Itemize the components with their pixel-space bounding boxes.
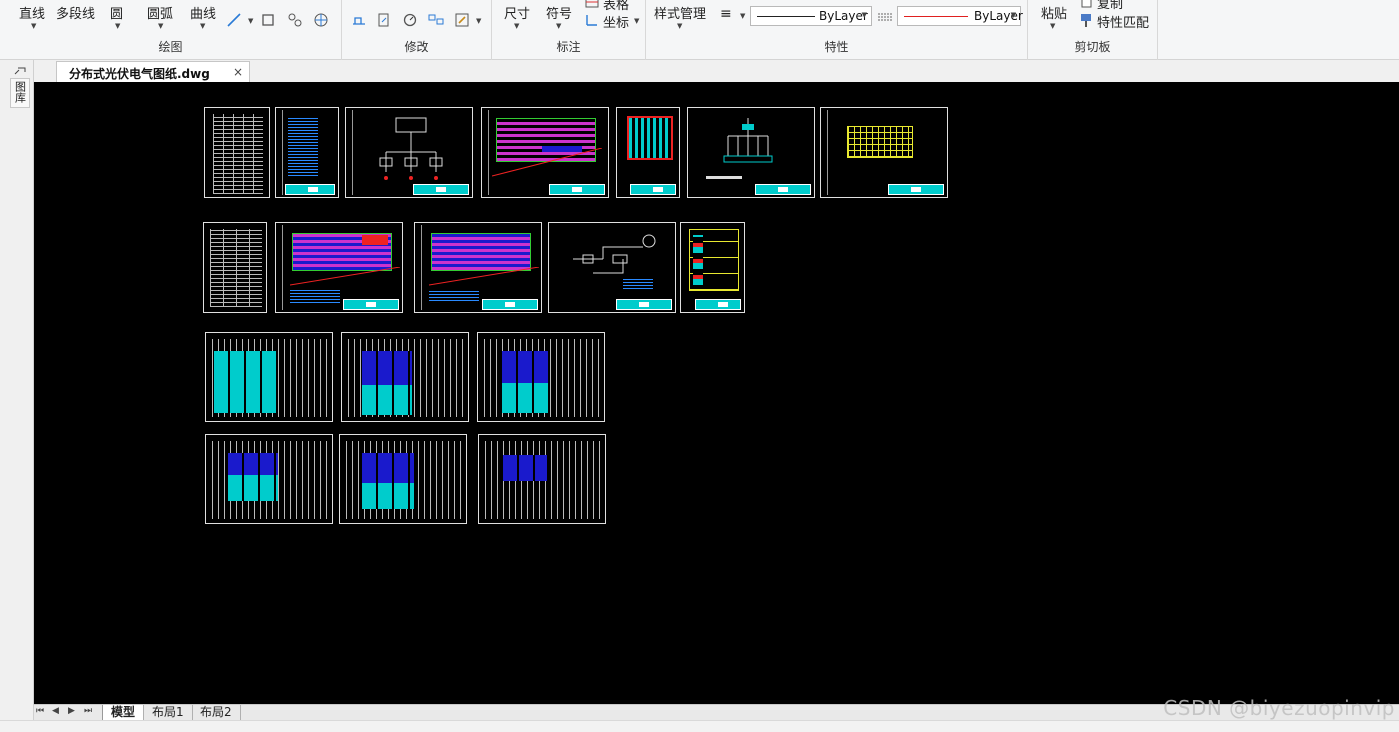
copy-tool[interactable]: 复制 — [1097, 0, 1123, 12]
clipboard-group: 粘贴 ▼ 复制 特性匹配 剪切板 — [1028, 0, 1158, 60]
drawing-sheet[interactable] — [275, 107, 339, 198]
next-layout-button[interactable]: ▶ — [68, 706, 75, 716]
document-tab[interactable]: 分布式光伏电气图纸.dwg × — [56, 61, 250, 82]
prev-layout-button[interactable]: ◀ — [52, 706, 59, 716]
lineweight-icon[interactable]: ≡ — [720, 6, 732, 22]
status-bar — [0, 720, 1399, 732]
linetype-value: ByLayer — [819, 9, 868, 23]
draw-group: 直线 ▼ 多段线 圆 ▼ 圆弧 ▼ 曲线 ▼ ▼ 绘图 — [0, 0, 342, 60]
close-icon[interactable]: × — [233, 65, 243, 79]
region-icon[interactable] — [287, 12, 303, 28]
drawing-sheet[interactable] — [478, 434, 606, 524]
side-panel-strip: 图库 — [0, 60, 34, 732]
drawing-sheet[interactable] — [481, 107, 609, 198]
move-icon[interactable] — [351, 12, 367, 28]
library-tab-label: 图库 — [13, 81, 27, 103]
curve-tool[interactable]: 曲线 — [190, 3, 216, 22]
tab-layout1[interactable]: 布局1 — [144, 705, 193, 721]
modify-group: ▼ 修改 — [342, 0, 492, 60]
array-icon[interactable] — [428, 12, 444, 28]
rectangle-icon[interactable] — [260, 12, 276, 28]
draw-group-label: 绘图 — [158, 40, 183, 54]
drawing-sheet[interactable] — [820, 107, 948, 198]
hatch-icon[interactable] — [313, 12, 329, 28]
drawing-sheet[interactable] — [204, 107, 270, 198]
drawing-sheet[interactable] — [203, 222, 267, 313]
drawing-sheet[interactable] — [345, 107, 473, 198]
properties-group: 样式管理 ▼ ≡ ▼ ByLayer ▼ ByLayer ▼ 特性 — [646, 0, 1028, 60]
clipboard-group-label: 剪切板 — [1074, 40, 1111, 54]
linetype-combo[interactable]: ByLayer ▼ — [750, 6, 872, 26]
drawing-sheet[interactable] — [205, 434, 333, 524]
annotate-group-label: 标注 — [556, 40, 581, 54]
drawing-sheet[interactable] — [205, 332, 333, 422]
drawing-sheet[interactable] — [616, 107, 680, 198]
document-tab-name: 分布式光伏电气图纸.dwg — [69, 67, 210, 81]
annotate-group: 尺寸 ▼ 符号 ▼ 表格 坐标 ▼ 标注 — [492, 0, 646, 60]
tab-model[interactable]: 模型 — [102, 705, 145, 721]
ribbon: 直线 ▼ 多段线 圆 ▼ 圆弧 ▼ 曲线 ▼ ▼ 绘图 ▼ 修改 尺寸 ▼ 符号… — [0, 0, 1399, 60]
drawing-sheet[interactable] — [275, 222, 403, 313]
drawing-sheet[interactable] — [339, 434, 467, 524]
copy-object-icon[interactable] — [376, 12, 392, 28]
paste-tool[interactable]: 粘贴 — [1041, 3, 1067, 22]
modify-group-label: 修改 — [404, 40, 429, 54]
library-tab[interactable]: 图库 — [10, 78, 30, 108]
drawing-sheet[interactable] — [341, 332, 469, 422]
tab-layout2[interactable]: 布局2 — [192, 705, 241, 721]
style-manager-tool[interactable]: 样式管理 — [654, 3, 706, 22]
symbol-tool[interactable]: 符号 — [546, 3, 572, 22]
first-layout-button[interactable]: ⏮ — [36, 706, 44, 716]
copy-icon[interactable] — [1078, 0, 1094, 9]
rotate-icon[interactable] — [402, 12, 418, 28]
table-icon[interactable] — [584, 0, 600, 10]
drawing-sheet[interactable] — [548, 222, 676, 313]
properties-group-label: 特性 — [824, 40, 849, 54]
polyline-tool[interactable]: 多段线 — [56, 3, 95, 22]
drawing-sheet[interactable] — [687, 107, 815, 198]
drawing-canvas[interactable] — [34, 82, 1399, 704]
line-tool[interactable]: 直线 — [19, 3, 45, 22]
last-layout-button[interactable]: ⏭ — [84, 706, 92, 716]
color-combo[interactable]: ByLayer ▼ — [897, 6, 1023, 26]
edit-icon[interactable] — [454, 12, 470, 28]
pin-icon[interactable] — [13, 66, 27, 76]
circle-tool[interactable]: 圆 — [110, 3, 123, 22]
linetype-icon[interactable] — [877, 9, 893, 25]
line-icon[interactable] — [226, 12, 242, 28]
drawing-sheet[interactable] — [477, 332, 605, 422]
coordinate-tool[interactable]: 坐标 — [603, 12, 629, 31]
coordinate-icon[interactable] — [584, 12, 600, 28]
drawing-sheet[interactable] — [414, 222, 542, 313]
match-properties-icon[interactable] — [1078, 12, 1094, 28]
arc-tool[interactable]: 圆弧 — [147, 3, 173, 22]
match-properties-tool[interactable]: 特性匹配 — [1097, 12, 1149, 31]
watermark: CSDN @biyezuopinvip — [1163, 696, 1395, 720]
drawing-sheet[interactable] — [680, 222, 745, 313]
dimension-tool[interactable]: 尺寸 — [504, 3, 530, 22]
